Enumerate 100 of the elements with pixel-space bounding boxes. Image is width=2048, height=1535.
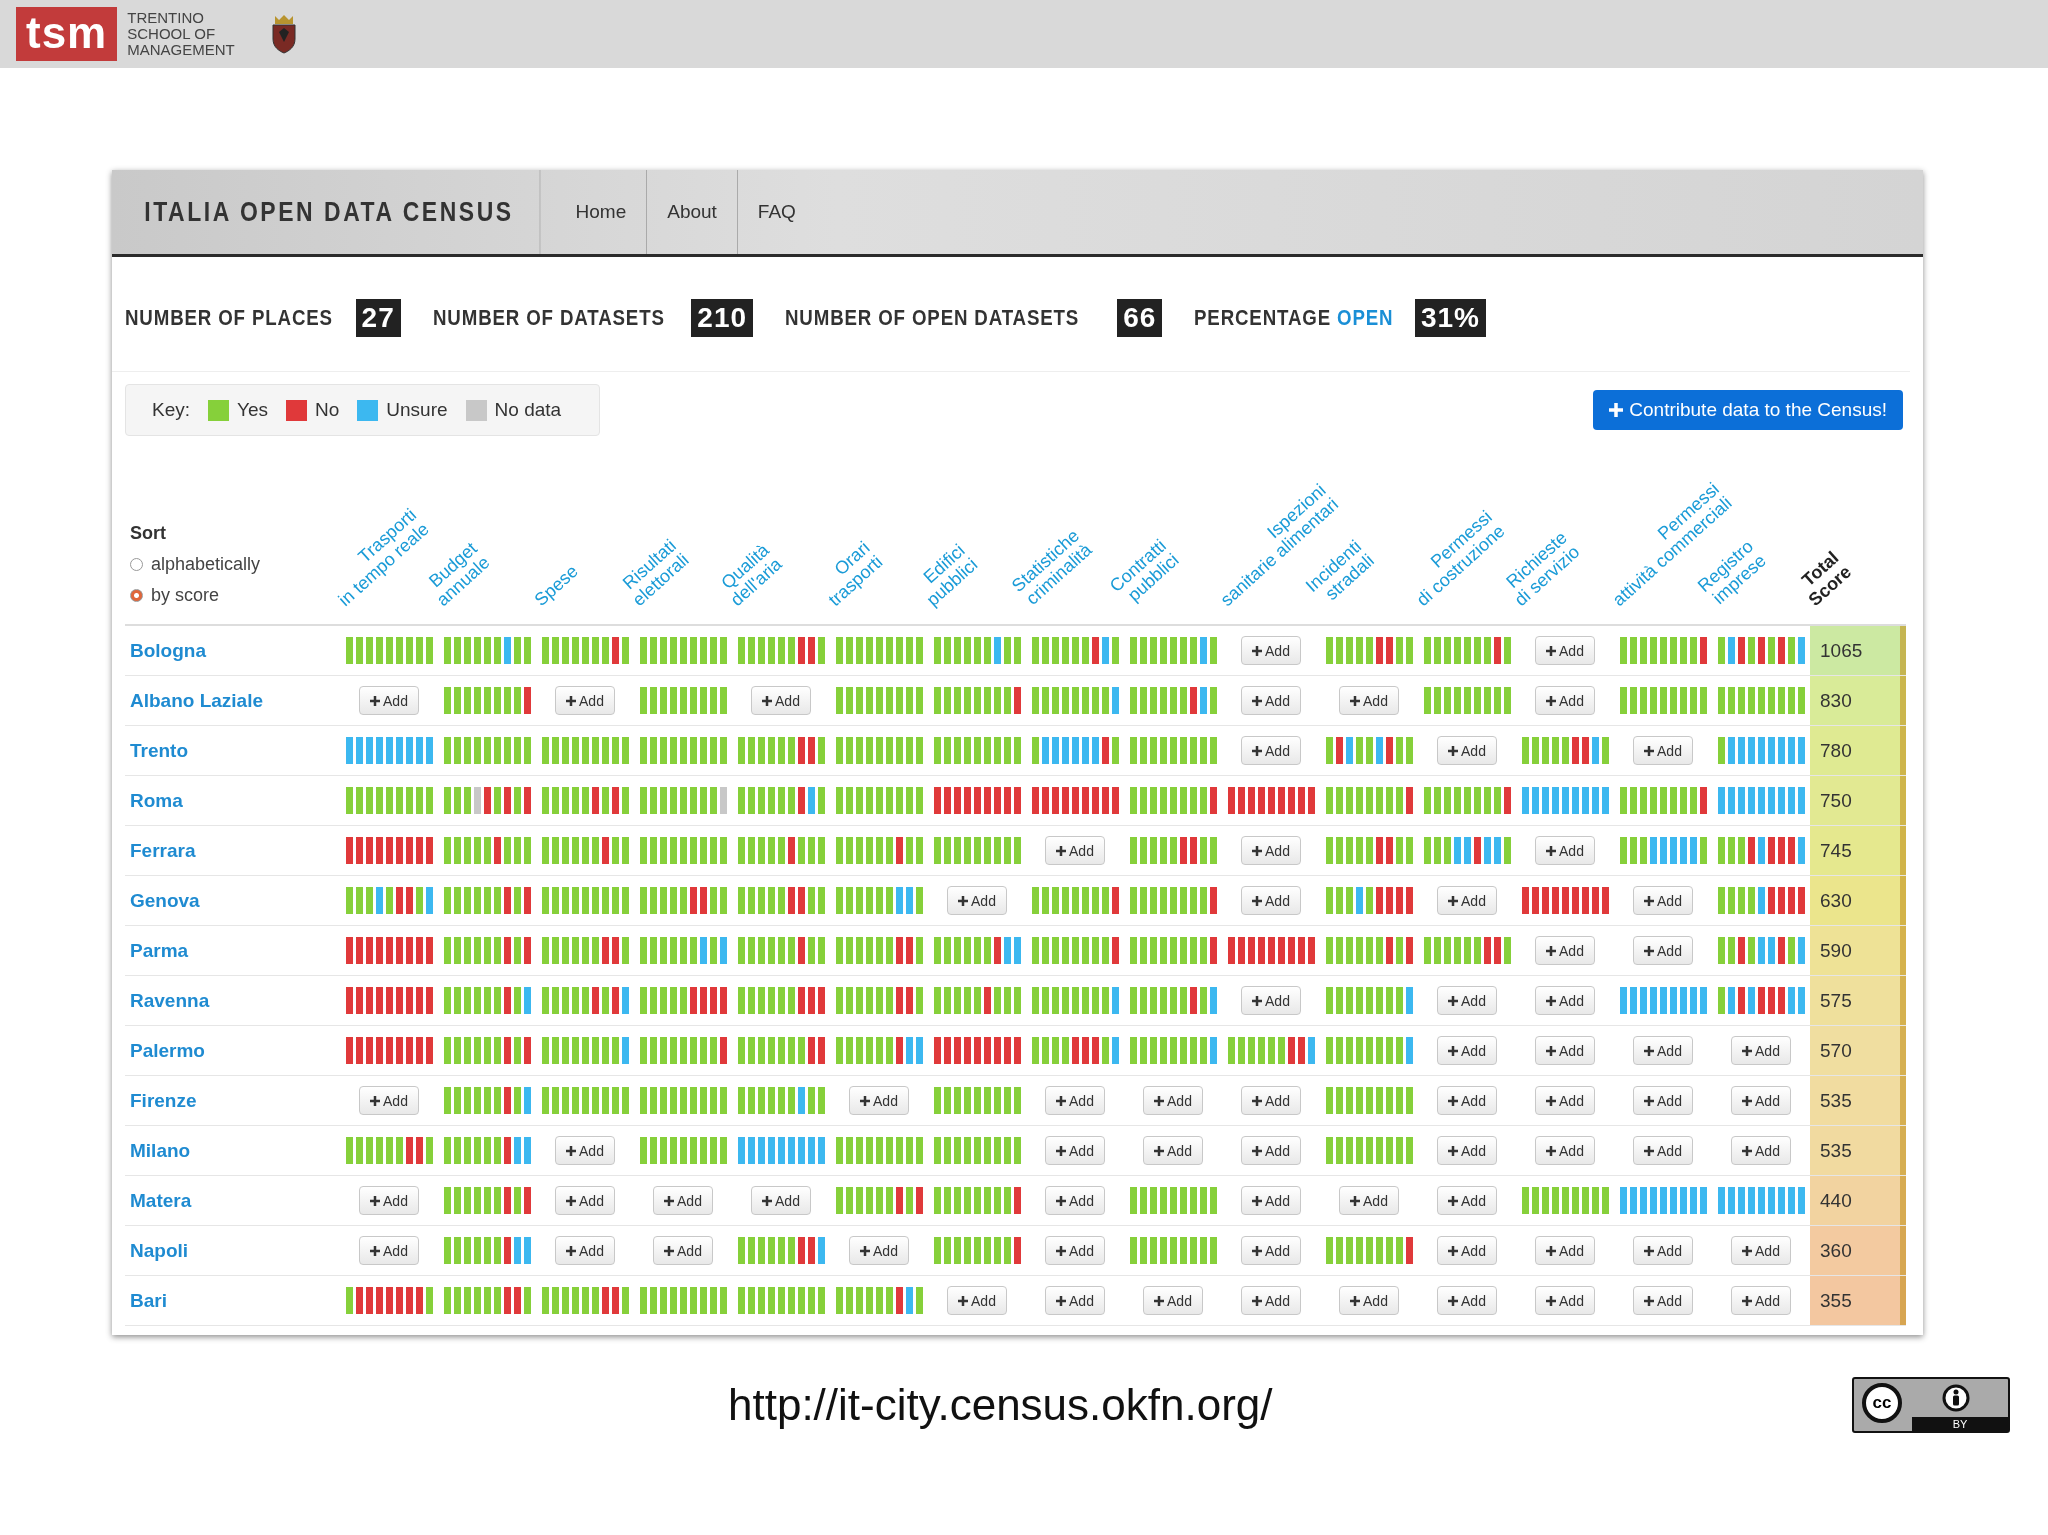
add-button[interactable]: Add xyxy=(1437,1286,1497,1315)
city-link[interactable]: Napoli xyxy=(130,1239,189,1262)
add-button[interactable]: Add xyxy=(1633,936,1693,965)
add-button[interactable]: Add xyxy=(1535,1286,1595,1315)
add-button[interactable]: Add xyxy=(1633,886,1693,915)
radio-label[interactable]: by score xyxy=(151,585,220,606)
plus-icon xyxy=(1252,1295,1263,1306)
add-button[interactable]: Add xyxy=(1437,1136,1497,1165)
add-button[interactable]: Add xyxy=(1045,1286,1105,1315)
city-link[interactable]: Bari xyxy=(130,1289,167,1312)
add-button[interactable]: Add xyxy=(653,1236,713,1265)
city-link[interactable]: Roma xyxy=(130,789,183,812)
add-button[interactable]: Add xyxy=(1241,1136,1301,1165)
add-button[interactable]: Add xyxy=(1731,1286,1791,1315)
add-button[interactable]: Add xyxy=(849,1086,909,1115)
add-button[interactable]: Add xyxy=(1045,1136,1105,1165)
add-button[interactable]: Add xyxy=(1241,1186,1301,1215)
add-button[interactable]: Add xyxy=(1241,886,1301,915)
add-button[interactable]: Add xyxy=(1633,1086,1693,1115)
radio-button[interactable] xyxy=(130,558,143,571)
add-button[interactable]: Add xyxy=(947,886,1007,915)
add-button[interactable]: Add xyxy=(1045,1086,1105,1115)
add-button[interactable]: Add xyxy=(1241,986,1301,1015)
add-button[interactable]: Add xyxy=(1633,1036,1693,1065)
add-button[interactable]: Add xyxy=(1241,1236,1301,1265)
contribute-button[interactable]: Contribute data to the Census! xyxy=(1593,390,1903,430)
add-button[interactable]: Add xyxy=(555,1236,615,1265)
add-button[interactable]: Add xyxy=(1339,686,1399,715)
add-button[interactable]: Add xyxy=(1437,1036,1497,1065)
add-button[interactable]: Add xyxy=(1437,1236,1497,1265)
plus-icon xyxy=(370,1195,381,1206)
add-button[interactable]: Add xyxy=(1241,686,1301,715)
add-button[interactable]: Add xyxy=(555,1186,615,1215)
add-button[interactable]: Add xyxy=(1535,836,1595,865)
add-button[interactable]: Add xyxy=(1339,1286,1399,1315)
add-button[interactable]: Add xyxy=(359,1236,419,1265)
add-button[interactable]: Add xyxy=(1241,736,1301,765)
plus-icon xyxy=(1546,845,1557,856)
city-link[interactable]: Trento xyxy=(130,739,189,762)
add-button[interactable]: Add xyxy=(1437,1186,1497,1215)
city-link[interactable]: Palermo xyxy=(130,1039,205,1062)
add-button[interactable]: Add xyxy=(947,1286,1007,1315)
add-button[interactable]: Add xyxy=(1535,636,1595,665)
add-button[interactable]: Add xyxy=(1437,886,1497,915)
add-button[interactable]: Add xyxy=(653,1186,713,1215)
score-cell: 575 xyxy=(1810,976,1900,1026)
add-button[interactable]: Add xyxy=(1535,686,1595,715)
add-button[interactable]: Add xyxy=(1633,1286,1693,1315)
add-button[interactable]: Add xyxy=(359,686,419,715)
add-button[interactable]: Add xyxy=(1143,1286,1203,1315)
add-button[interactable]: Add xyxy=(1535,1086,1595,1115)
add-button[interactable]: Add xyxy=(359,1186,419,1215)
add-button[interactable]: Add xyxy=(1045,1186,1105,1215)
add-button[interactable]: Add xyxy=(1339,1186,1399,1215)
add-button[interactable]: Add xyxy=(1731,1136,1791,1165)
add-button[interactable]: Add xyxy=(1535,936,1595,965)
city-link[interactable]: Matera xyxy=(130,1189,192,1212)
radio-button[interactable] xyxy=(130,589,143,602)
add-button[interactable]: Add xyxy=(1437,986,1497,1015)
add-button[interactable]: Add xyxy=(1437,736,1497,765)
city-link[interactable]: Bologna xyxy=(130,639,206,662)
city-link[interactable]: Genova xyxy=(130,889,200,912)
add-button[interactable]: Add xyxy=(1437,1086,1497,1115)
add-button[interactable]: Add xyxy=(1633,1236,1693,1265)
nav-link[interactable]: Home xyxy=(555,170,648,254)
nav-link[interactable]: About xyxy=(647,170,738,254)
add-button[interactable]: Add xyxy=(1633,736,1693,765)
add-button[interactable]: Add xyxy=(751,1186,811,1215)
add-button[interactable]: Add xyxy=(849,1236,909,1265)
add-button[interactable]: Add xyxy=(555,686,615,715)
add-button[interactable]: Add xyxy=(1241,1286,1301,1315)
add-button[interactable]: Add xyxy=(555,1136,615,1165)
add-button[interactable]: Add xyxy=(1731,1236,1791,1265)
add-button[interactable]: Add xyxy=(1535,1236,1595,1265)
add-button[interactable]: Add xyxy=(1241,1086,1301,1115)
city-link[interactable]: Firenze xyxy=(130,1089,197,1112)
city-link[interactable]: Parma xyxy=(130,939,189,962)
add-button[interactable]: Add xyxy=(1045,836,1105,865)
add-button[interactable]: Add xyxy=(1633,1136,1693,1165)
plus-icon xyxy=(664,1245,675,1256)
add-button[interactable]: Add xyxy=(1045,1236,1105,1265)
city-link[interactable]: Albano Laziale xyxy=(130,689,264,712)
add-button[interactable]: Add xyxy=(751,686,811,715)
add-button[interactable]: Add xyxy=(1241,636,1301,665)
radio-label[interactable]: alphabetically xyxy=(151,554,261,575)
plus-icon xyxy=(370,1245,381,1256)
add-button[interactable]: Add xyxy=(1143,1136,1203,1165)
plus-icon xyxy=(370,1095,381,1106)
add-button[interactable]: Add xyxy=(1535,1136,1595,1165)
city-link[interactable]: Ravenna xyxy=(130,989,210,1012)
add-button[interactable]: Add xyxy=(1143,1086,1203,1115)
add-button[interactable]: Add xyxy=(1241,836,1301,865)
add-button[interactable]: Add xyxy=(1535,986,1595,1015)
add-button[interactable]: Add xyxy=(1731,1036,1791,1065)
nav-link[interactable]: FAQ xyxy=(737,170,816,254)
add-button[interactable]: Add xyxy=(1535,1036,1595,1065)
add-button[interactable]: Add xyxy=(1731,1086,1791,1115)
add-button[interactable]: Add xyxy=(359,1086,419,1115)
city-link[interactable]: Milano xyxy=(130,1139,191,1162)
city-link[interactable]: Ferrara xyxy=(130,839,196,862)
